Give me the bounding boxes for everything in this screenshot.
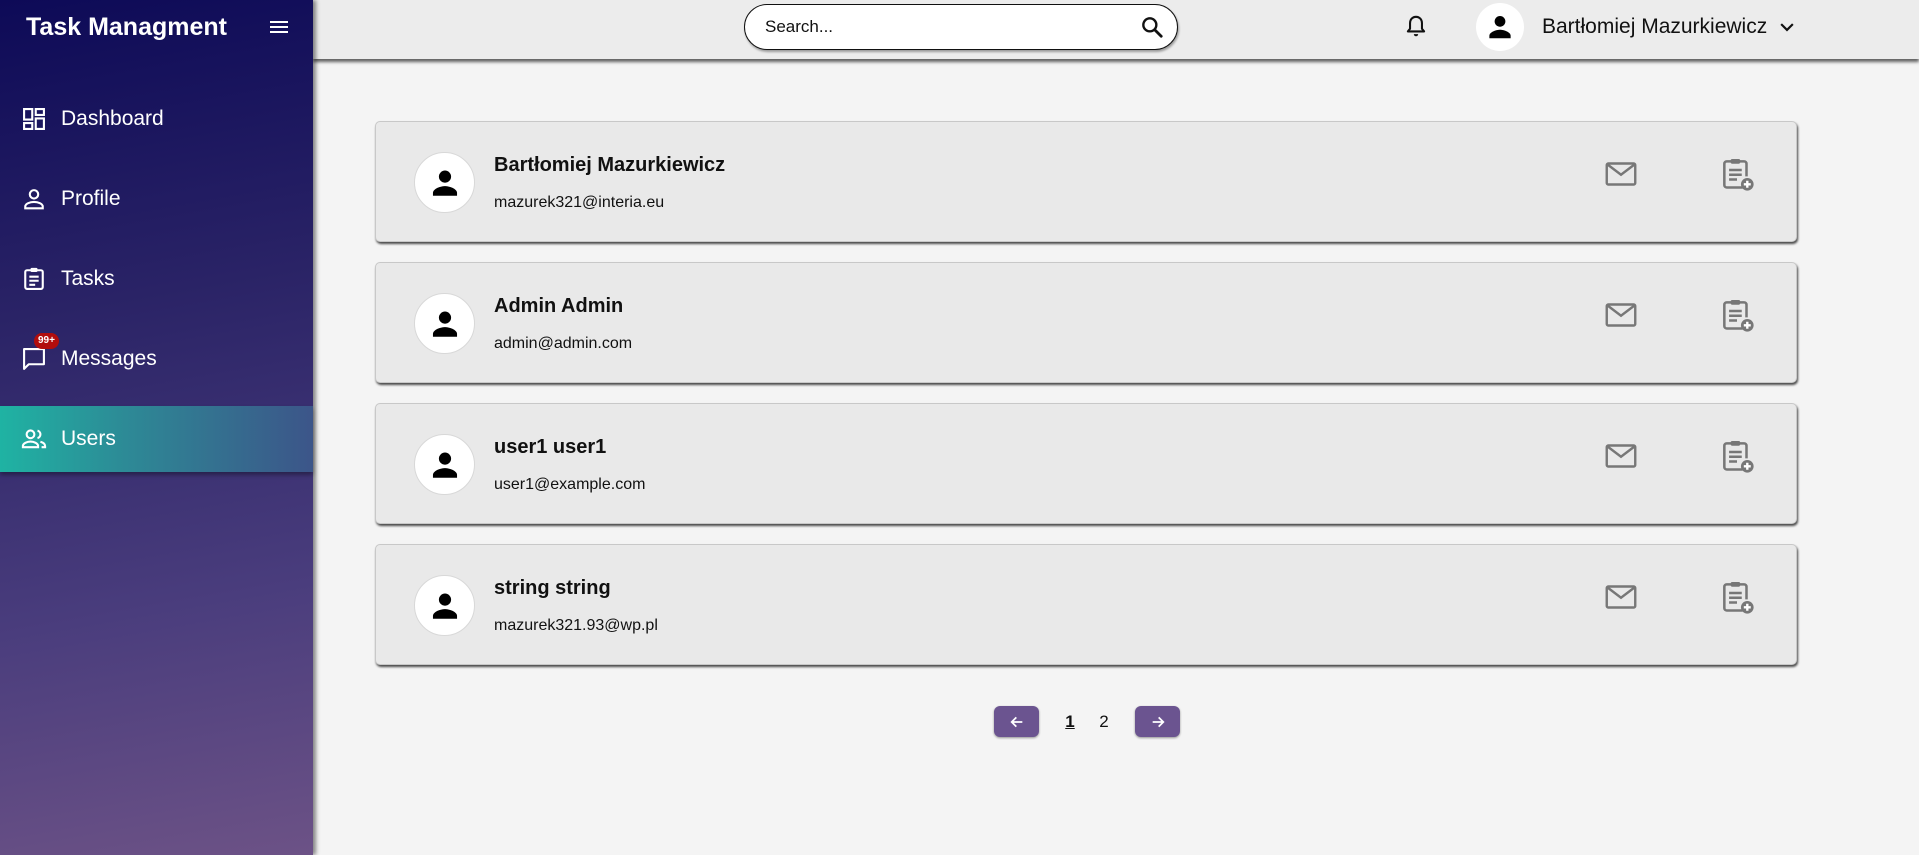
person-icon [1489, 16, 1511, 39]
sidebar-item-messages[interactable]: 99+ Messages [0, 326, 313, 392]
sidebar: Task Managment Dashboard Profile Tasks 9… [0, 0, 313, 855]
assign-task-icon[interactable] [1718, 154, 1756, 194]
user-name: Bartłomiej Mazurkiewicz [494, 154, 726, 176]
sidebar-nav: Dashboard Profile Tasks 99+ Messages Use… [0, 86, 313, 472]
user-name: Bartłomiej Mazurkiewicz [1542, 15, 1768, 38]
avatar [414, 293, 475, 354]
user-name: string string [494, 577, 611, 599]
notification-bell-icon[interactable] [1403, 12, 1429, 40]
chat-icon: 99+ [20, 333, 59, 373]
page-number-2[interactable]: 2 [1087, 712, 1121, 732]
page-number-1[interactable]: 1 [1053, 712, 1087, 732]
sidebar-item-label: Users [61, 427, 116, 450]
mail-icon[interactable] [1603, 438, 1639, 474]
sidebar-item-label: Tasks [61, 267, 115, 290]
sidebar-item-profile[interactable]: Profile [0, 166, 313, 232]
messages-badge: 99+ [34, 333, 59, 349]
user-menu[interactable]: Bartłomiej Mazurkiewicz [1476, 2, 1797, 52]
sidebar-header: Task Managment [0, 0, 313, 54]
assign-task-icon[interactable] [1718, 295, 1756, 335]
user-email: mazurek321@interia.eu [494, 194, 665, 211]
sidebar-item-label: Profile [61, 187, 121, 210]
sidebar-item-label: Dashboard [61, 107, 164, 130]
avatar [414, 434, 475, 495]
user-email: mazurek321.93@wp.pl [494, 617, 658, 634]
previous-page-button[interactable] [994, 706, 1039, 737]
arrow-left-icon [1009, 716, 1022, 727]
clipboard-icon [20, 265, 48, 293]
sidebar-item-tasks[interactable]: Tasks [0, 246, 313, 312]
person-icon [432, 170, 457, 196]
user-card: Bartłomiej Mazurkiewicz mazurek321@inter… [375, 121, 1797, 242]
search-input[interactable] [765, 17, 1139, 37]
sidebar-item-dashboard[interactable]: Dashboard [0, 86, 313, 152]
dashboard-icon [20, 105, 48, 133]
chevron-down-icon[interactable] [1777, 17, 1797, 37]
user-email: user1@example.com [494, 476, 646, 493]
topbar: Bartłomiej Mazurkiewicz [313, 0, 1919, 59]
person-icon [432, 593, 457, 619]
user-card: user1 user1 user1@example.com [375, 403, 1797, 524]
user-name: Admin Admin [494, 295, 624, 317]
user-name: user1 user1 [494, 436, 607, 458]
person-icon [20, 185, 48, 213]
search-icon[interactable] [1139, 14, 1165, 40]
sidebar-item-label: Messages [61, 347, 157, 370]
users-icon [20, 425, 48, 453]
search-bar [744, 4, 1178, 50]
user-card: Admin Admin admin@admin.com [375, 262, 1797, 383]
pagination: 1 2 [994, 706, 1180, 737]
user-card: string string mazurek321.93@wp.pl [375, 544, 1797, 665]
person-icon [432, 311, 457, 337]
assign-task-icon[interactable] [1718, 577, 1756, 617]
mail-icon[interactable] [1603, 156, 1639, 192]
assign-task-icon[interactable] [1718, 436, 1756, 476]
mail-icon[interactable] [1603, 579, 1639, 615]
arrow-right-icon [1152, 716, 1165, 727]
sidebar-item-users[interactable]: Users [0, 406, 313, 472]
users-list: Bartłomiej Mazurkiewicz mazurek321@inter… [375, 121, 1797, 685]
avatar [414, 152, 475, 213]
mail-icon[interactable] [1603, 297, 1639, 333]
user-email: admin@admin.com [494, 335, 633, 352]
hamburger-menu-icon[interactable] [267, 15, 291, 39]
person-icon [432, 452, 457, 478]
app-title: Task Managment [26, 12, 227, 41]
avatar [414, 575, 475, 636]
avatar [1476, 3, 1524, 51]
next-page-button[interactable] [1135, 706, 1180, 737]
